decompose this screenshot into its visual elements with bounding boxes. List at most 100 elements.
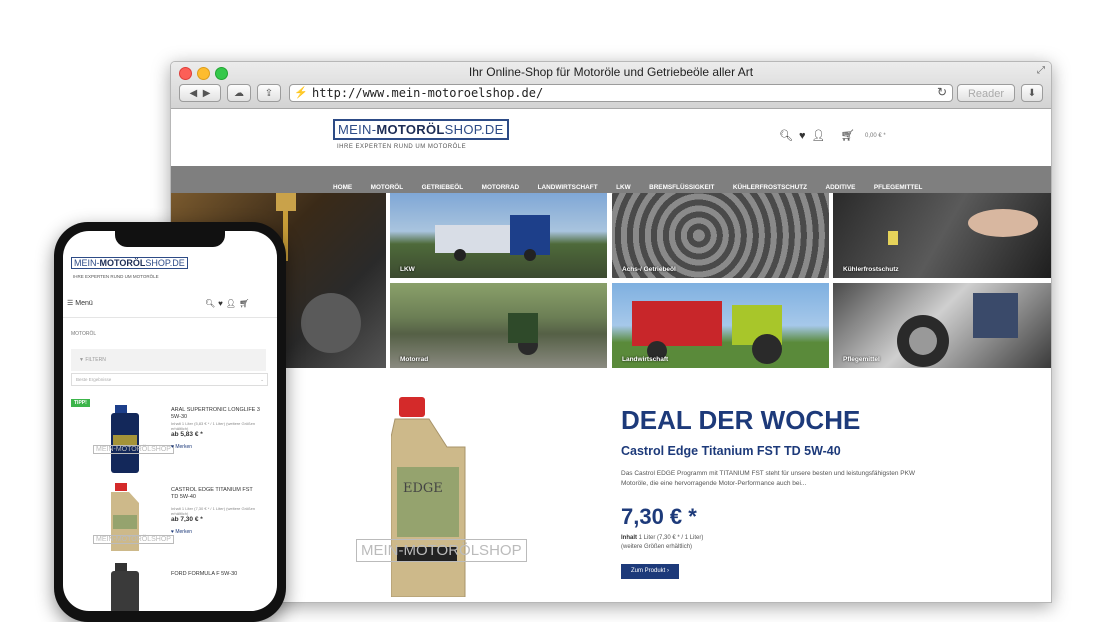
downloads-button[interactable]: ⬇ xyxy=(1021,84,1043,102)
mobile-menu-label: Menü xyxy=(75,300,93,307)
cart-total: 0,00 € * xyxy=(865,133,886,139)
window-title: Ihr Online-Shop für Motoröle und Getrieb… xyxy=(468,65,754,79)
logo-bold: MOTORÖL xyxy=(376,122,445,137)
mobile-product-price: ab 7,30 € * xyxy=(171,516,203,523)
mobile-watermark-logo: MEIN-MOTORÖLSHOP xyxy=(93,445,174,454)
site-logo[interactable]: MEIN-MOTORÖLSHOP.DE xyxy=(333,119,509,140)
fullscreen-icon[interactable]: ⤢ xyxy=(1037,65,1045,76)
nav-item-pflegemittel[interactable]: PFLEGEMITTEL xyxy=(874,184,923,191)
mobile-merken-link[interactable]: ♥ Merken xyxy=(171,529,192,535)
cart-icon[interactable]: 🛒︎ xyxy=(841,130,855,142)
deal-price: 7,30 € * xyxy=(621,504,697,529)
url-text[interactable]: http://www.mein-motoroelshop.de/ xyxy=(312,86,543,100)
tile-label-lkw: LKW xyxy=(400,266,415,273)
address-bar[interactable]: ⚡ http://www.mein-motoroelshop.de/ ↻ xyxy=(289,84,953,102)
phone-device: MEIN-MOTORÖLSHOP.DE IHRE EXPERTEN RUND U… xyxy=(54,222,286,622)
mobile-product-card[interactable]: TIPP! MEIN-MOTORÖLSHOP ARAL SUPERTRONIC … xyxy=(71,399,266,477)
header-icons: 🔍︎ ♥ 👤︎ 🛒︎ xyxy=(779,129,861,142)
nav-item-bremsfluessigkeit[interactable]: BREMSFLÜSSIGKEIT xyxy=(649,184,714,191)
logo-prefix: MEIN- xyxy=(338,122,377,137)
tile-landwirtschaft[interactable]: Landwirtschaft xyxy=(612,283,829,368)
deal-content-label: Inhalt xyxy=(621,535,637,541)
tile-label-pflegemittel: Pflegemittel xyxy=(843,356,880,363)
share-button[interactable]: ⇪ xyxy=(257,84,281,102)
deal-product-button-label: Zum Produkt xyxy=(630,568,666,574)
mobile-product-name[interactable]: FORD FORMULA F 5W-30 xyxy=(171,571,261,578)
aral-bottle-image xyxy=(111,405,139,473)
mobile-merken-label: Merken xyxy=(175,529,193,535)
download-icon: ⬇ xyxy=(1027,88,1037,99)
tile-kuehlerfrostschutz[interactable]: Kühlerfrostschutz xyxy=(833,193,1051,278)
reload-icon[interactable]: ↻ xyxy=(937,85,947,99)
mobile-menu-button[interactable]: ☰ Menü xyxy=(67,299,93,307)
tile-label-getriebeoel: Achs-/ Getriebeöl xyxy=(622,266,676,273)
mobile-logo-bold: MOTORÖL xyxy=(99,258,146,268)
heart-icon: ♥ xyxy=(171,529,174,535)
deal-watermark-logo: MEIN-MOTORÖLSHOP xyxy=(356,539,527,562)
tile-label-motorrad: Motorrad xyxy=(400,356,429,363)
castrol-edge-bottle-image: EDGE xyxy=(391,397,466,597)
mobile-product-unit: Inhalt 1 Liter (5,83 € * / 1 Liter) (wei… xyxy=(171,421,256,431)
chevron-down-icon: ⌄ xyxy=(260,377,264,382)
nav-item-additive[interactable]: ADDITIVE xyxy=(826,184,856,191)
ford-bottle-image xyxy=(111,563,139,611)
mobile-product-card[interactable]: MEIN-MOTORÖLSHOP CASTROL EDGE TITANIUM F… xyxy=(71,479,266,557)
tile-lkw[interactable]: LKW xyxy=(390,193,607,278)
hamburger-icon: ☰ xyxy=(67,300,74,307)
search-icon[interactable]: 🔍︎ xyxy=(779,130,793,142)
deal-product-name[interactable]: Castrol Edge Titanium FST TD 5W-40 xyxy=(621,444,841,458)
filter-icon: ▼ xyxy=(79,357,84,363)
deal-description: Das Castrol EDGE Programm mit TITANIUM F… xyxy=(621,470,916,487)
mobile-merken-link[interactable]: ♥ Merken xyxy=(171,444,192,450)
mobile-product-name[interactable]: ARAL SUPERTRONIC LONGLIFE 3 5W-30 xyxy=(171,407,261,421)
share-icon: ⇪ xyxy=(264,88,274,99)
account-icon[interactable]: 👤︎ xyxy=(812,130,826,142)
nav-item-getriebeoel[interactable]: GETRIEBEÖL xyxy=(422,184,464,191)
nav-item-motoroel[interactable]: MOTORÖL xyxy=(371,184,404,191)
mobile-cart-icon[interactable]: 🛒︎ xyxy=(239,299,249,308)
mobile-site-tagline: IHRE EXPERTEN RUND UM MOTORÖLE xyxy=(73,274,159,279)
mobile-account-icon[interactable]: 👤︎ xyxy=(226,299,236,308)
title-bar: Ihr Online-Shop für Motoröle und Getrieb… xyxy=(171,62,1051,109)
reader-button[interactable]: Reader xyxy=(957,84,1015,102)
nav-item-landwirtschaft[interactable]: LANDWIRTSCHAFT xyxy=(538,184,598,191)
mobile-sort-value: Beste Ergebnisse xyxy=(76,377,112,382)
tile-label-kuehlerfrostschutz: Kühlerfrostschutz xyxy=(843,266,899,273)
mobile-sort-select[interactable]: Beste Ergebnisse ⌄ xyxy=(71,373,268,386)
tile-label-landwirtschaft: Landwirtschaft xyxy=(622,356,669,363)
nav-item-home[interactable]: HOME xyxy=(333,184,352,191)
tile-motorrad[interactable]: Motorrad xyxy=(390,283,607,368)
nav-item-kuehlerfrostschutz[interactable]: KÜHLERFROSTSCHUTZ xyxy=(733,184,807,191)
phone-screen: MEIN-MOTORÖLSHOP.DE IHRE EXPERTEN RUND U… xyxy=(63,231,277,611)
page-icon: ⚡ xyxy=(294,87,308,99)
svg-text:EDGE: EDGE xyxy=(403,481,443,496)
mobile-header-divider xyxy=(63,317,277,318)
deal-product-button[interactable]: Zum Produkt › xyxy=(621,564,679,579)
mobile-site-logo[interactable]: MEIN-MOTORÖLSHOP.DE xyxy=(71,257,188,269)
mobile-watermark-logo: MEIN-MOTORÖLSHOP xyxy=(93,535,174,544)
mobile-search-icon[interactable]: 🔍︎ xyxy=(205,299,215,308)
nav-item-lkw[interactable]: LKW xyxy=(616,184,631,191)
heart-icon[interactable]: ♥ xyxy=(799,130,806,142)
phone-notch xyxy=(115,231,225,247)
mobile-product-price: ab 5,83 € * xyxy=(171,431,203,438)
tile-getriebeoel[interactable]: Achs-/ Getriebeöl xyxy=(612,193,829,278)
back-arrow-icon[interactable]: ◀ xyxy=(190,88,198,99)
mobile-product-card[interactable]: FORD FORMULA F 5W-30 xyxy=(71,559,266,611)
deal-content-info: Inhalt 1 Liter (7,30 € * / 1 Liter) (wei… xyxy=(621,534,703,552)
mobile-filter-button[interactable]: ▼ FILTERN xyxy=(71,349,266,371)
forward-arrow-icon[interactable]: ▶ xyxy=(203,88,211,99)
mobile-product-name[interactable]: CASTROL EDGE TITANIUM FST TD 5W-40 xyxy=(171,487,261,501)
cloud-icon: ☁ xyxy=(234,88,244,99)
nav-item-motorrad[interactable]: MOTORRAD xyxy=(482,184,520,191)
icloud-button[interactable]: ☁ xyxy=(227,84,251,102)
main-navigation: HOME MOTORÖL GETRIEBEÖL MOTORRAD LANDWIR… xyxy=(171,166,1051,193)
deal-sizes-note: (weitere Größen erhältlich) xyxy=(621,544,693,550)
mobile-heart-icon[interactable]: ♥ xyxy=(218,299,223,308)
tile-pflegemittel[interactable]: Pflegemittel xyxy=(833,283,1051,368)
mobile-filter-label: FILTERN xyxy=(85,357,106,363)
mobile-logo-prefix: MEIN- xyxy=(74,258,100,268)
logo-suffix: SHOP.DE xyxy=(444,122,504,137)
deal-heading: DEAL DER WOCHE xyxy=(621,405,861,435)
mobile-breadcrumb[interactable]: MOTORÖL xyxy=(71,331,96,337)
